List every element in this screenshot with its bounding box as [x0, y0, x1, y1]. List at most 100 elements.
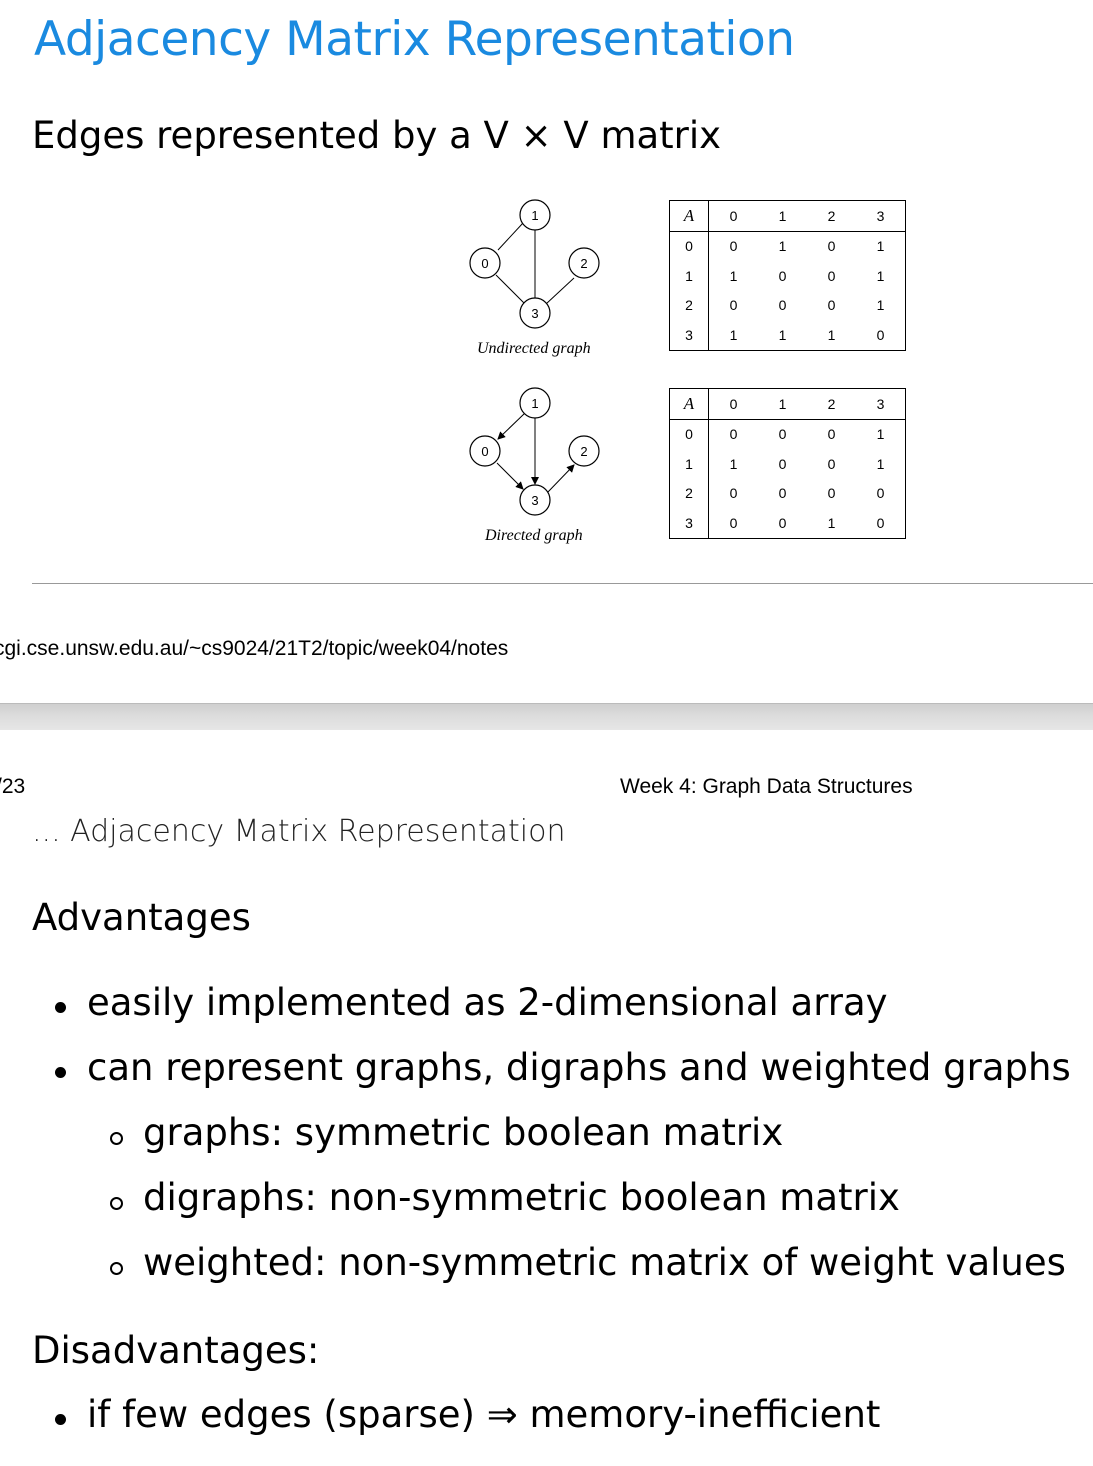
edge-3-to-2	[546, 464, 575, 494]
matrix-cell: 0	[729, 485, 738, 502]
undirected-graph-diagram: 1 0 2 3	[469, 199, 600, 329]
matrix-corner: A	[670, 389, 709, 419]
matrix-header-row: A 0 1 2 3	[670, 201, 905, 231]
node-label: 1	[531, 208, 538, 223]
matrix-row-header: 2	[670, 290, 709, 320]
matrix-col-header: 3	[876, 207, 885, 224]
matrix-row-header: 2	[670, 478, 709, 508]
matrix-cell: 0	[778, 485, 787, 502]
directed-graph-caption: Directed graph	[485, 527, 583, 544]
matrix-col-header: 3	[876, 395, 885, 412]
edge-2-3	[545, 277, 575, 305]
matrix-col-header: 1	[778, 207, 787, 224]
list-item: if few edges (sparse) ⇒ memory-inefficie…	[87, 1393, 881, 1436]
sub-list-item: digraphs: non-symmetric boolean matrix	[143, 1176, 900, 1219]
undirected-graph-caption: Undirected graph	[477, 340, 591, 357]
matrix-cell: 1	[729, 267, 738, 284]
matrix-cell: 0	[827, 455, 836, 472]
slide-title: Adjacency Matrix Representation	[34, 12, 795, 67]
matrix-col-header: 2	[827, 207, 836, 224]
matrix-cell: 0	[778, 267, 787, 284]
matrix-row: 2 0 0 0 1	[670, 290, 905, 320]
page-separator	[0, 703, 1093, 730]
slide-title: ... Adjacency Matrix Representation	[32, 814, 566, 849]
matrix-cell: 0	[778, 514, 787, 531]
edge-0-3	[495, 274, 525, 304]
matrix-cell: 0	[827, 267, 836, 284]
matrix-cell: 0	[778, 297, 787, 314]
node-label: 3	[531, 493, 538, 508]
matrix-row-header: 1	[670, 261, 709, 291]
matrix-cell: 0	[778, 426, 787, 443]
matrix-row-header: 3	[670, 320, 709, 350]
node-0: 0	[469, 247, 501, 279]
matrix-row: 0 0 1 0 1	[670, 231, 905, 261]
matrix-row: 3 0 0 1 0	[670, 508, 905, 538]
matrix-cell: 0	[827, 426, 836, 443]
directed-adjacency-matrix: A 0 1 2 3 0 0 0 0 1 1 1 0 0 1 2 0 0 0 0	[669, 388, 906, 539]
page-number: /23	[0, 775, 26, 798]
matrix-cell: 1	[729, 455, 738, 472]
matrix-header-row: A 0 1 2 3	[670, 389, 905, 419]
matrix-cell: 0	[876, 326, 885, 343]
matrix-cell: 1	[778, 326, 787, 343]
advantages-heading: Advantages	[32, 896, 251, 939]
sub-list-item: weighted: non-symmetric matrix of weight…	[143, 1241, 1066, 1284]
matrix-cell: 1	[876, 455, 885, 472]
matrix-row-header: 1	[670, 449, 709, 479]
matrix-row-header: 3	[670, 508, 709, 538]
node-label: 0	[481, 444, 488, 459]
matrix-cell: 0	[729, 514, 738, 531]
matrix-corner: A	[670, 201, 709, 231]
list-item: easily implemented as 2-dimensional arra…	[87, 981, 888, 1024]
matrix-row: 1 1 0 0 1	[670, 261, 905, 291]
edge-0-to-3	[496, 462, 524, 490]
node-2: 2	[568, 435, 600, 467]
bullet-dot	[55, 1067, 66, 1078]
matrix-cell: 1	[876, 267, 885, 284]
matrix-cell: 0	[827, 238, 836, 255]
node-0: 0	[469, 435, 501, 467]
matrix-cell: 0	[729, 297, 738, 314]
slide-subtitle: Edges represented by a V × V matrix	[32, 114, 722, 157]
matrix-cell: 1	[827, 514, 836, 531]
matrix-cell: 1	[778, 238, 787, 255]
node-3: 3	[519, 484, 551, 516]
bullet-dot	[55, 1414, 66, 1425]
matrix-cell: 1	[729, 326, 738, 343]
node-label: 2	[580, 444, 587, 459]
list-item: can represent graphs, digraphs and weigh…	[87, 1046, 1071, 1089]
matrix-cell: 1	[876, 238, 885, 255]
undirected-adjacency-matrix: A 0 1 2 3 0 0 1 0 1 1 1 0 0 1 2 0 0 0 1	[669, 200, 906, 351]
bullet-ring	[110, 1197, 123, 1210]
matrix-cell: 0	[876, 514, 885, 531]
matrix-row-header: 0	[670, 419, 709, 449]
bullet-ring	[110, 1262, 123, 1275]
matrix-cell: 0	[729, 426, 738, 443]
matrix-cell: 0	[827, 485, 836, 502]
matrix-row: 2 0 0 0 0	[670, 478, 905, 508]
matrix-cell: 1	[876, 297, 885, 314]
node-label: 3	[531, 306, 538, 321]
node-1: 1	[519, 199, 551, 231]
matrix-col-header: 2	[827, 395, 836, 412]
matrix-row-header: 0	[670, 231, 709, 261]
slide-divider	[32, 583, 1093, 584]
matrix-row: 1 1 0 0 1	[670, 449, 905, 479]
node-label: 1	[531, 396, 538, 411]
sub-list-item: graphs: symmetric boolean matrix	[143, 1111, 784, 1154]
matrix-row: 3 1 1 1 0	[670, 320, 905, 350]
node-2: 2	[568, 247, 600, 279]
bullet-ring	[110, 1132, 123, 1145]
matrix-cell: 0	[729, 238, 738, 255]
node-1: 1	[519, 387, 551, 419]
edge-0-1	[497, 222, 524, 251]
matrix-cell: 0	[778, 455, 787, 472]
edge-1-to-0	[497, 412, 526, 440]
matrix-cell: 1	[827, 326, 836, 343]
matrix-col-header: 0	[729, 207, 738, 224]
matrix-col-header: 1	[778, 395, 787, 412]
matrix-col-header: 0	[729, 395, 738, 412]
disadvantages-heading: Disadvantages:	[32, 1329, 320, 1372]
footer-url: cgi.cse.unsw.edu.au/~cs9024/21T2/topic/w…	[0, 637, 509, 660]
